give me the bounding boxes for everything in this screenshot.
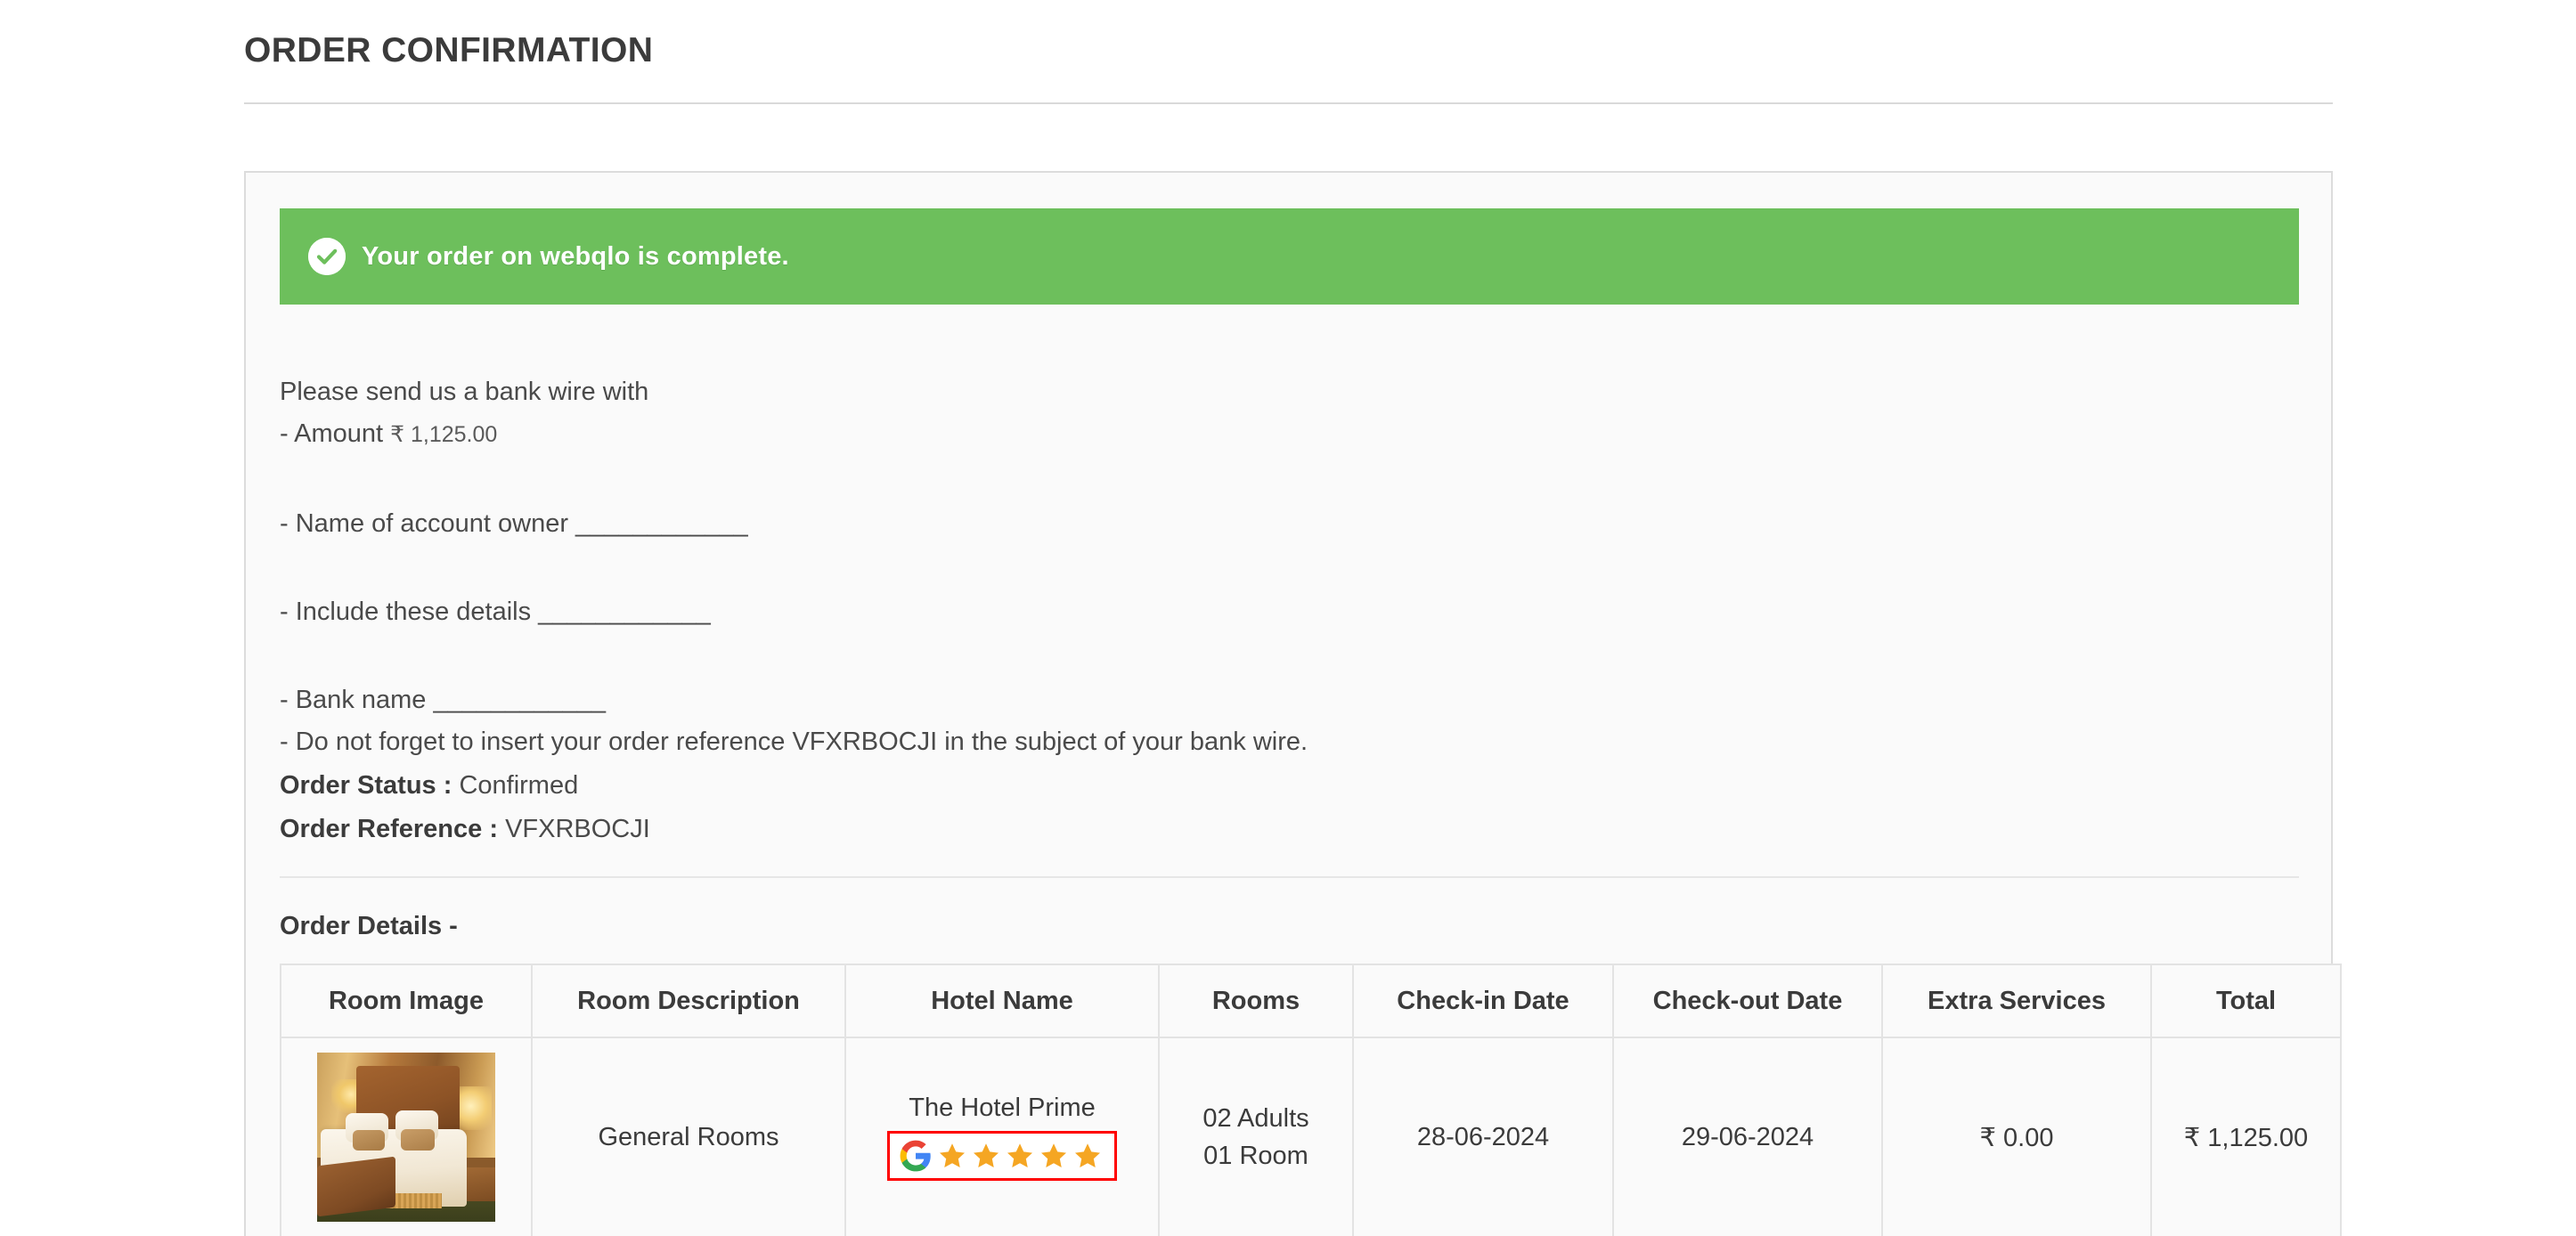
page-header: ORDER CONFIRMATION <box>244 31 2333 104</box>
page-title: ORDER CONFIRMATION <box>244 31 654 69</box>
order-status-value: Confirmed <box>459 771 579 800</box>
order-confirmation-card: Your order on webqlo is complete. Please… <box>244 171 2342 1236</box>
wire-bank-name: - Bank name ____________ <box>280 686 607 714</box>
wire-amount-line: - Amount ₹ 1,125.00 <box>280 421 2299 447</box>
order-confirmation-page: ORDER CONFIRMATION Your order on webqlo … <box>0 0 2576 1236</box>
cell-room-description: General Rooms <box>531 1037 846 1236</box>
title-divider <box>244 102 2333 104</box>
column-header-room-image: Room Image <box>280 964 533 1038</box>
order-success-alert: Your order on webqlo is complete. <box>280 208 2299 305</box>
column-header-total: Total <box>2150 964 2342 1038</box>
column-header-hotel-name: Hotel Name <box>844 964 1160 1038</box>
section-divider <box>280 876 2299 878</box>
wire-intro: Please send us a bank wire with <box>280 378 649 406</box>
column-header-extra-services: Extra Services <box>1881 964 2152 1038</box>
google-rating-badge[interactable] <box>887 1131 1117 1181</box>
table-row: General Rooms The Hotel Prime 02 Adults … <box>280 1037 2342 1236</box>
hotel-name-label: The Hotel Prime <box>909 1094 1096 1122</box>
order-details-table: Room Image Room Description Hotel Name R… <box>280 964 2342 1236</box>
google-logo-icon <box>899 1139 933 1173</box>
rooms-adults: 02 Adults <box>1202 1103 1309 1133</box>
check-circle-icon <box>308 238 346 275</box>
room-image-thumbnail <box>317 1053 495 1222</box>
cell-room-image <box>280 1037 533 1236</box>
order-reference-label: Order Reference : <box>280 815 498 843</box>
star-icon <box>972 1142 1000 1170</box>
column-header-check-out-date: Check-out Date <box>1612 964 1883 1038</box>
column-header-rooms: Rooms <box>1158 964 1354 1038</box>
star-icon <box>1073 1142 1102 1170</box>
star-icon <box>1039 1142 1068 1170</box>
wire-include-details: - Include these details ____________ <box>280 598 711 626</box>
star-icon <box>1006 1142 1034 1170</box>
order-reference-line: Order Reference : VFXRBOCJI <box>280 817 2299 842</box>
wire-account-owner: - Name of account owner ____________ <box>280 509 748 538</box>
cell-rooms: 02 Adults 01 Room <box>1158 1037 1354 1236</box>
column-header-check-in-date: Check-in Date <box>1352 964 1614 1038</box>
alert-message: Your order on webqlo is complete. <box>362 241 789 271</box>
table-header-row: Room Image Room Description Hotel Name R… <box>280 964 2342 1038</box>
wire-amount-value: ₹ 1,125.00 <box>390 422 498 447</box>
column-header-room-description: Room Description <box>531 964 846 1038</box>
cell-check-out-date: 29-06-2024 <box>1612 1037 1883 1236</box>
cell-total: ₹ 1,125.00 <box>2150 1037 2342 1236</box>
order-status-line: Order Status : Confirmed <box>280 773 2299 799</box>
wire-amount-label: - Amount <box>280 419 384 448</box>
order-reference-value: VFXRBOCJI <box>505 815 650 843</box>
wire-reference-note: - Do not forget to insert your order ref… <box>280 728 1308 756</box>
cell-check-in-date: 28-06-2024 <box>1352 1037 1614 1236</box>
order-details-heading: Order Details - <box>280 912 458 940</box>
cell-extra-services: ₹ 0.00 <box>1881 1037 2152 1236</box>
bank-wire-instructions: Please send us a bank wire with - Amount… <box>280 379 2299 842</box>
cell-hotel-name: The Hotel Prime <box>844 1037 1160 1236</box>
star-icon <box>938 1142 966 1170</box>
order-status-label: Order Status : <box>280 771 452 800</box>
rooms-count: 01 Room <box>1203 1142 1308 1170</box>
